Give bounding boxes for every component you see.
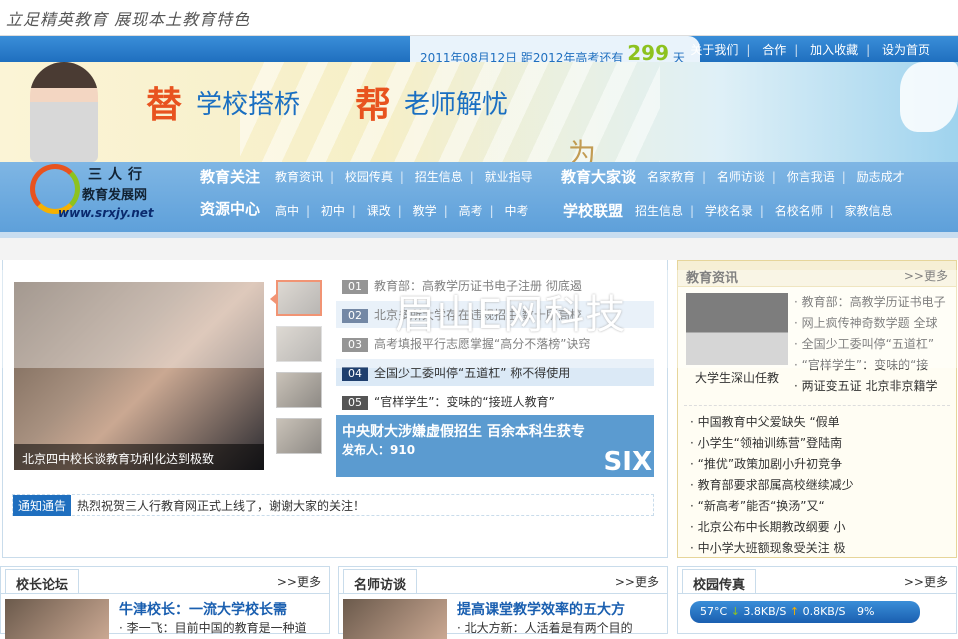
nav-experts-title[interactable]: 教育大家谈: [561, 166, 636, 187]
banner-text-1: 学校搭桥: [196, 90, 301, 120]
teacher-interview-image[interactable]: [343, 599, 447, 639]
notice-tag: 通知通告: [13, 495, 72, 516]
notice-text[interactable]: 热烈祝贺三人行教育网正式上线了，谢谢大家的关注！: [77, 499, 365, 513]
banner-char-1: 替: [146, 85, 183, 126]
list-item[interactable]: · “推优”政策加剧小升初竞争: [690, 455, 950, 476]
headline-item[interactable]: 05 “官样学生”：变味的“接班人教育”: [336, 388, 654, 415]
nav-alliance-links: 招生信息 | 学校名录 | 名校名师 | 家教信息: [628, 202, 900, 219]
logo-line1: 三人行: [88, 167, 148, 183]
percent-readout: 9%: [857, 605, 875, 618]
list-item[interactable]: · 教育部要求部属高校继续减少: [690, 476, 950, 497]
nav-link-edu-news[interactable]: 教育资讯: [268, 170, 330, 184]
banner: 替 学校搭桥 帮 老师解忧 为: [0, 62, 958, 170]
nav-link-zhongkao[interactable]: 中考: [497, 204, 535, 218]
link-homepage[interactable]: 设为首页: [874, 43, 938, 57]
teacher-interview-panel: 名师访谈 >>更多 提高课堂教学效率的五大方 · 北大方新：人活着是有两个目的: [338, 566, 668, 639]
link-bookmark[interactable]: 加入收藏: [802, 43, 866, 57]
nav-link-campus[interactable]: 校园传真: [338, 170, 400, 184]
list-item[interactable]: · 中小学大班额现象受关注 极: [690, 539, 950, 560]
nav-link-inspire[interactable]: 励志成才: [850, 170, 912, 184]
nav-resources-links: 高中 | 初中 | 课改 | 教学 | 高考 | 中考: [268, 202, 535, 219]
list-item[interactable]: · 小学生“领袖训练营”登陆南: [690, 434, 950, 455]
nav-link-teaching[interactable]: 教学: [406, 204, 444, 218]
list-item[interactable]: · “新高考”能否“换汤”又“: [690, 497, 950, 518]
nav-link-famous-edu[interactable]: 名家教育: [640, 170, 702, 184]
promo-box[interactable]: 中央财大涉嫌虚假招生 百余本科生获专 发布人：910 SIX: [336, 415, 654, 477]
banner-text-2: 老师解忧: [404, 90, 509, 120]
nav-link-admission[interactable]: 招生信息: [408, 170, 470, 184]
countdown-box: 2011年08月12日 距2012年高考还有 299 天: [410, 36, 700, 65]
banner-char-2: 帮: [355, 85, 392, 126]
main-nav: 三人行 教育发展网 www.srxjy.net 教育关注 教育资讯 | 校园传真 |…: [0, 162, 958, 232]
list-item[interactable]: · 中国教育中父爱缺失 “假单: [690, 413, 950, 434]
nav-link-tutor[interactable]: 家教信息: [838, 204, 900, 218]
nav-link-highschool[interactable]: 高中: [268, 204, 306, 218]
principal-forum-image[interactable]: [5, 599, 109, 639]
thumbnail-4[interactable]: [276, 418, 322, 454]
site-slogan: 立足精英教育 展现本土教育特色: [6, 10, 251, 29]
nav-edu-focus-title[interactable]: 教育关注: [200, 166, 260, 187]
link-about[interactable]: 关于我们: [682, 43, 746, 57]
download-speed: 3.8KB/S: [743, 605, 787, 618]
net-speed-widget: 57°C ↓ 3.8KB/S ↑ 0.8KB/S 9%: [690, 601, 920, 623]
principal-forum-sub[interactable]: · 李一飞：目前中国的教育是一种道: [119, 619, 307, 636]
nav-link-gaokao[interactable]: 高考: [452, 204, 490, 218]
campus-more-link[interactable]: >>更多: [904, 573, 948, 590]
nav-edu-focus-links: 教育资讯 | 校园传真 | 招生信息 | 就业指导: [268, 168, 540, 185]
temp-readout: 57°C: [700, 605, 728, 618]
nav-experts-links: 名家教育 | 名师访谈 | 你言我语 | 励志成才: [640, 168, 912, 185]
nav-link-famous-schools[interactable]: 名校名师: [768, 204, 830, 218]
upload-speed: 0.8KB/S: [802, 605, 846, 618]
watermark-overlay: 眉山E网科技: [0, 270, 958, 368]
top-links: 关于我们 | 合作 | 加入收藏 | 设为首页: [682, 41, 938, 58]
teacher-interview-headline[interactable]: 提高课堂教学效率的五大方: [457, 599, 625, 619]
list-item[interactable]: · 北京公布中长期教改纲要 小: [690, 518, 950, 539]
teacher-interview-more-link[interactable]: >>更多: [615, 573, 659, 590]
info-bar: 2011年08月12日 距2012年高考还有 299 天 关于我们 | 合作 | 加…: [0, 36, 958, 65]
edu-news-list: · 中国教育中父爱缺失 “假单 · 小学生“领袖训练营”登陆南 · “推优”政策…: [690, 413, 950, 560]
watermark-text: 眉山E网科技: [395, 292, 627, 338]
logo-url: www.srxjy.net: [58, 206, 154, 220]
edu-news-image-caption[interactable]: 大学生深山任教: [686, 369, 788, 386]
site-logo[interactable]: 三人行 教育发展网 www.srxjy.net: [16, 162, 186, 232]
promo-poster: 发布人：910: [342, 443, 416, 457]
nav-link-school-list[interactable]: 学校名录: [698, 204, 760, 218]
teacher-interview-sub[interactable]: · 北大方新：人活着是有两个目的: [457, 619, 633, 636]
principal-forum-panel: 校长论坛 >>更多 牛津校长：一流大学校长需 · 李一飞：目前中国的教育是一种道: [0, 566, 330, 639]
promo-brand: SIX: [603, 447, 652, 477]
nav-alliance-title[interactable]: 学校联盟: [563, 200, 623, 221]
nav-link-reform[interactable]: 课改: [360, 204, 398, 218]
campus-tab[interactable]: 校园传真: [682, 569, 757, 593]
logo-line2: 教育发展网: [82, 188, 148, 203]
nav-resources-title[interactable]: 资源中心: [200, 198, 260, 219]
promo-title[interactable]: 中央财大涉嫌虚假招生 百余本科生获专: [342, 421, 585, 441]
divider: [684, 405, 950, 406]
upload-arrow-icon: ↑: [789, 605, 803, 618]
top-bar: 立足精英教育 展现本土教育特色: [0, 0, 958, 36]
thumbnail-3[interactable]: [276, 372, 322, 408]
list-item[interactable]: · 两证变五证 北京非京籍学: [794, 377, 954, 398]
feature-caption[interactable]: 北京四中校长谈教育功利化达到极致: [14, 444, 264, 470]
principal-forum-tab[interactable]: 校长论坛: [5, 569, 80, 593]
gray-spacer: [0, 238, 958, 260]
banner-map-shape: [900, 62, 958, 132]
download-arrow-icon: ↓: [730, 605, 744, 618]
principal-forum-headline[interactable]: 牛津校长：一流大学校长需: [119, 599, 287, 619]
nav-link-discussion[interactable]: 你言我语: [780, 170, 842, 184]
principal-forum-more-link[interactable]: >>更多: [277, 573, 321, 590]
bottom-row: 校长论坛 >>更多 牛津校长：一流大学校长需 · 李一飞：目前中国的教育是一种道…: [0, 566, 958, 639]
link-cooperate[interactable]: 合作: [754, 43, 794, 57]
teacher-interview-tab[interactable]: 名师访谈: [343, 569, 418, 593]
nav-link-career[interactable]: 就业指导: [478, 170, 540, 184]
notice-bar: 通知通告 热烈祝贺三人行教育网正式上线了，谢谢大家的关注！: [12, 494, 654, 516]
nav-link-enroll[interactable]: 招生信息: [628, 204, 690, 218]
nav-link-teacher-talk[interactable]: 名师访谈: [710, 170, 772, 184]
nav-link-middleschool[interactable]: 初中: [314, 204, 352, 218]
campus-panel: 校园传真 >>更多 57°C ↓ 3.8KB/S ↑ 0.8KB/S 9%: [677, 566, 957, 634]
banner-person-image: [30, 62, 98, 162]
